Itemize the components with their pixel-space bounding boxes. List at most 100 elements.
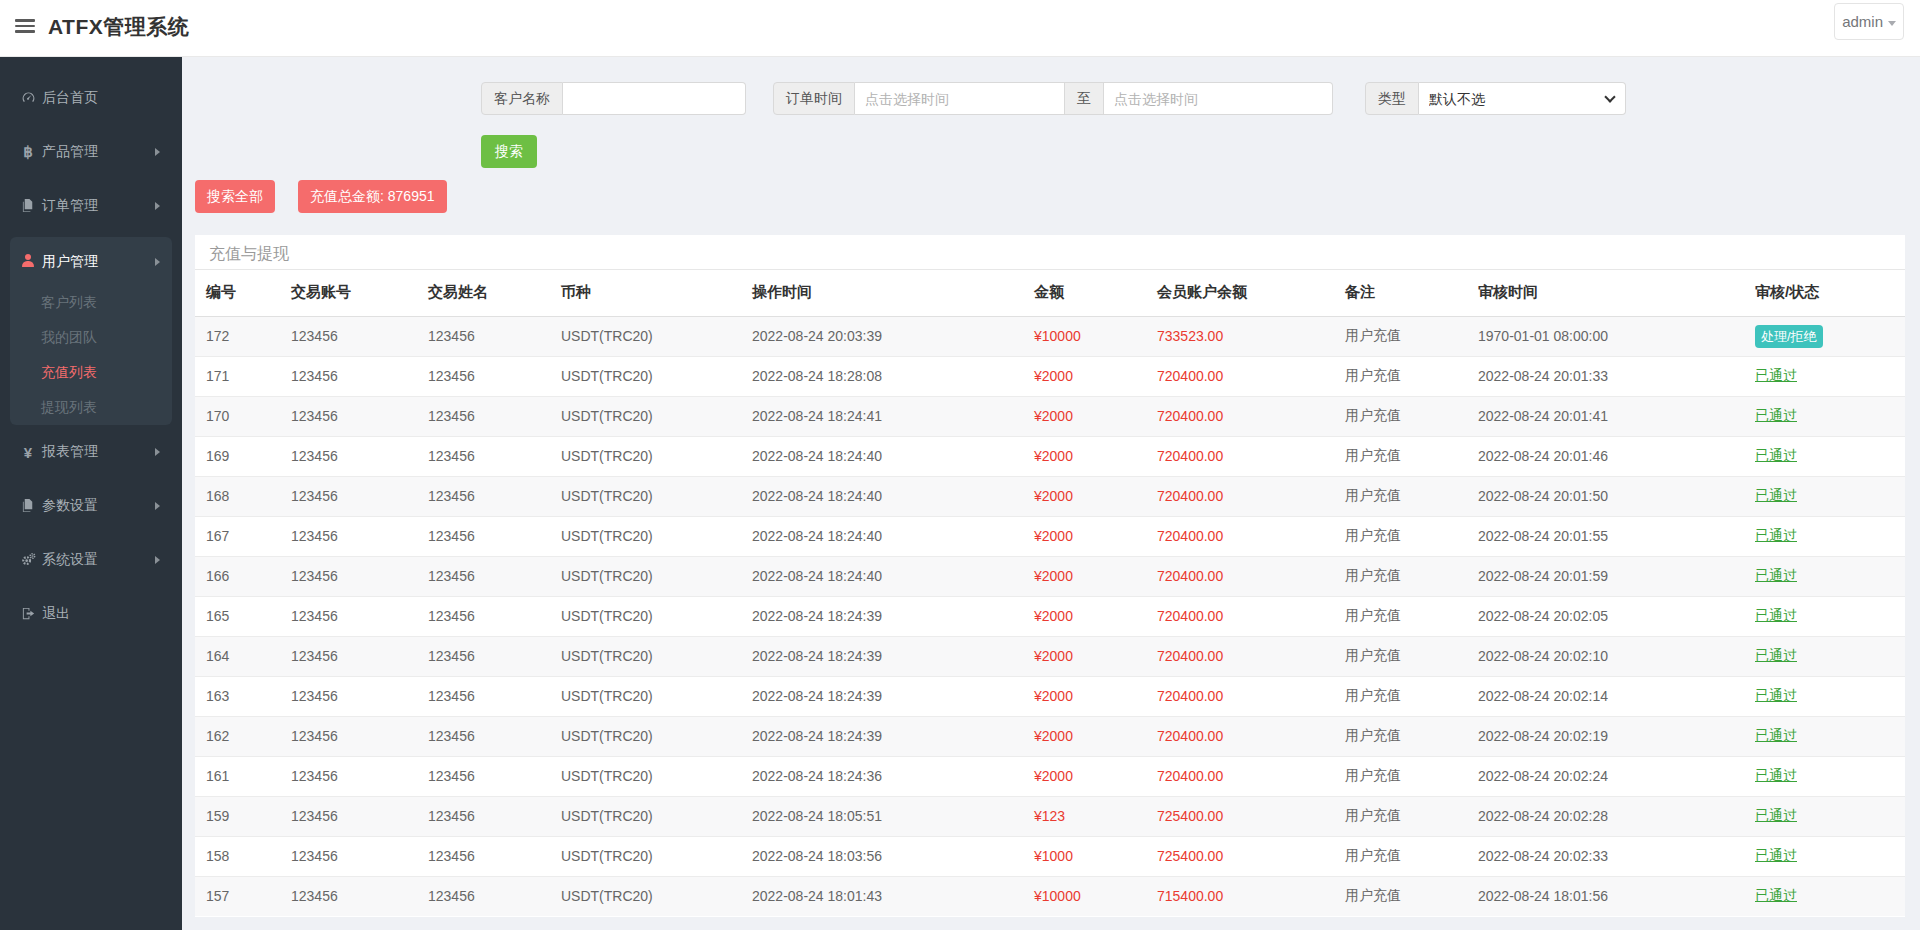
sidebar-item-label: 用户管理 [42, 253, 98, 271]
menu-toggle-icon[interactable] [15, 19, 35, 35]
column-header: 审核时间 [1467, 270, 1744, 316]
cell-balance: 720400.00 [1146, 436, 1334, 476]
total-amount-button[interactable]: 充值总金额: 876951 [298, 180, 447, 213]
time-to-input[interactable] [1104, 82, 1333, 115]
cell-remark: 用户充值 [1334, 636, 1467, 676]
cell-remark: 用户充值 [1334, 516, 1467, 556]
cell-remark: 用户充值 [1334, 596, 1467, 636]
cell-account: 123456 [280, 436, 417, 476]
approved-link[interactable]: 已通过 [1755, 607, 1797, 623]
table-row: 163123456123456USDT(TRC20)2022-08-24 18:… [195, 676, 1905, 716]
cell-status: 已通过 [1744, 636, 1905, 676]
cell-id: 166 [195, 556, 280, 596]
cell-balance: 720400.00 [1146, 756, 1334, 796]
table-row: 166123456123456USDT(TRC20)2022-08-24 18:… [195, 556, 1905, 596]
admin-label: admin [1842, 13, 1883, 30]
sidebar-item-report[interactable]: ¥报表管理 [0, 425, 182, 479]
sidebar-item-home[interactable]: 后台首页 [0, 71, 182, 125]
type-group: 类型 默认不选 [1365, 82, 1626, 115]
dashboard-icon [20, 90, 36, 106]
cell-time: 2022-08-24 18:03:56 [741, 836, 1023, 876]
approved-link[interactable]: 已通过 [1755, 767, 1797, 783]
time-from-input[interactable] [855, 82, 1065, 115]
cell-time: 2022-08-24 18:24:39 [741, 716, 1023, 756]
admin-dropdown[interactable]: admin [1834, 3, 1904, 40]
cell-account: 123456 [280, 476, 417, 516]
sidebar-item-param[interactable]: 参数设置 [0, 479, 182, 533]
sidebar-item-order[interactable]: 订单管理 [0, 179, 182, 233]
sidebar-subitem[interactable]: 客户列表 [10, 285, 172, 320]
approved-link[interactable]: 已通过 [1755, 407, 1797, 423]
search-all-button[interactable]: 搜索全部 [195, 180, 275, 213]
approved-link[interactable]: 已通过 [1755, 727, 1797, 743]
cell-review_time: 2022-08-24 18:01:56 [1467, 876, 1744, 916]
cell-id: 157 [195, 876, 280, 916]
sidebar-item-logout[interactable]: 退出 [0, 587, 182, 641]
cell-account: 123456 [280, 836, 417, 876]
sidebar-item-user[interactable]: 用户管理 [10, 239, 172, 285]
cell-balance: 720400.00 [1146, 676, 1334, 716]
cell-name: 123456 [417, 636, 550, 676]
approved-link[interactable]: 已通过 [1755, 487, 1797, 503]
cell-id: 159 [195, 796, 280, 836]
cell-account: 123456 [280, 756, 417, 796]
cell-remark: 用户充值 [1334, 716, 1467, 756]
customer-name-input[interactable] [563, 82, 746, 115]
cell-remark: 用户充值 [1334, 796, 1467, 836]
approved-link[interactable]: 已通过 [1755, 687, 1797, 703]
sidebar-submenu-panel: 用户管理客户列表我的团队充值列表提现列表 [10, 237, 172, 425]
type-select[interactable]: 默认不选 [1419, 82, 1626, 115]
approved-link[interactable]: 已通过 [1755, 367, 1797, 383]
approved-link[interactable]: 已通过 [1755, 647, 1797, 663]
cell-amount: ¥2000 [1023, 516, 1146, 556]
approved-link[interactable]: 已通过 [1755, 887, 1797, 903]
table-row: 172123456123456USDT(TRC20)2022-08-24 20:… [195, 316, 1905, 356]
cell-currency: USDT(TRC20) [550, 356, 741, 396]
cell-name: 123456 [417, 436, 550, 476]
cell-review_time: 2022-08-24 20:02:28 [1467, 796, 1744, 836]
cell-status: 已通过 [1744, 876, 1905, 916]
cell-review_time: 2022-08-24 20:02:14 [1467, 676, 1744, 716]
column-header: 会员账户余额 [1146, 270, 1334, 316]
cell-status: 已通过 [1744, 836, 1905, 876]
cell-status: 已通过 [1744, 596, 1905, 636]
sidebar-item-label: 报表管理 [42, 443, 98, 461]
cell-time: 2022-08-24 18:24:39 [741, 676, 1023, 716]
process-reject-button[interactable]: 处理/拒绝 [1755, 325, 1823, 348]
app-title: ATFX管理系统 [48, 13, 189, 41]
cell-balance: 720400.00 [1146, 516, 1334, 556]
approved-link[interactable]: 已通过 [1755, 567, 1797, 583]
approved-link[interactable]: 已通过 [1755, 447, 1797, 463]
approved-link[interactable]: 已通过 [1755, 527, 1797, 543]
cell-amount: ¥2000 [1023, 636, 1146, 676]
sidebar-subitem[interactable]: 我的团队 [10, 320, 172, 355]
table-row: 157123456123456USDT(TRC20)2022-08-24 18:… [195, 876, 1905, 916]
cell-time: 2022-08-24 18:28:08 [741, 356, 1023, 396]
cell-amount: ¥2000 [1023, 396, 1146, 436]
chevron-right-icon [155, 556, 160, 564]
cell-currency: USDT(TRC20) [550, 676, 741, 716]
approved-link[interactable]: 已通过 [1755, 807, 1797, 823]
cell-account: 123456 [280, 716, 417, 756]
sidebar-item-system[interactable]: 系统设置 [0, 533, 182, 587]
sidebar-item-label: 参数设置 [42, 497, 98, 515]
cell-balance: 725400.00 [1146, 796, 1334, 836]
cell-amount: ¥2000 [1023, 556, 1146, 596]
person-icon [20, 254, 36, 270]
cell-status: 已通过 [1744, 796, 1905, 836]
recharge-card: 充值与提现 编号交易账号交易姓名币种操作时间金额会员账户余额备注审核时间审核/状… [195, 235, 1905, 917]
sidebar-item-label: 退出 [42, 605, 70, 623]
cell-amount: ¥2000 [1023, 356, 1146, 396]
approved-link[interactable]: 已通过 [1755, 847, 1797, 863]
search-button[interactable]: 搜索 [481, 135, 537, 168]
column-header: 币种 [550, 270, 741, 316]
table-row: 159123456123456USDT(TRC20)2022-08-24 18:… [195, 796, 1905, 836]
cell-currency: USDT(TRC20) [550, 516, 741, 556]
sidebar-item-product[interactable]: ฿产品管理 [0, 125, 182, 179]
sidebar-item-label: 产品管理 [42, 143, 98, 161]
table-row: 158123456123456USDT(TRC20)2022-08-24 18:… [195, 836, 1905, 876]
sidebar-subitem[interactable]: 充值列表 [10, 355, 172, 390]
cell-currency: USDT(TRC20) [550, 636, 741, 676]
cell-review_time: 2022-08-24 20:02:05 [1467, 596, 1744, 636]
sidebar-subitem[interactable]: 提现列表 [10, 390, 172, 425]
